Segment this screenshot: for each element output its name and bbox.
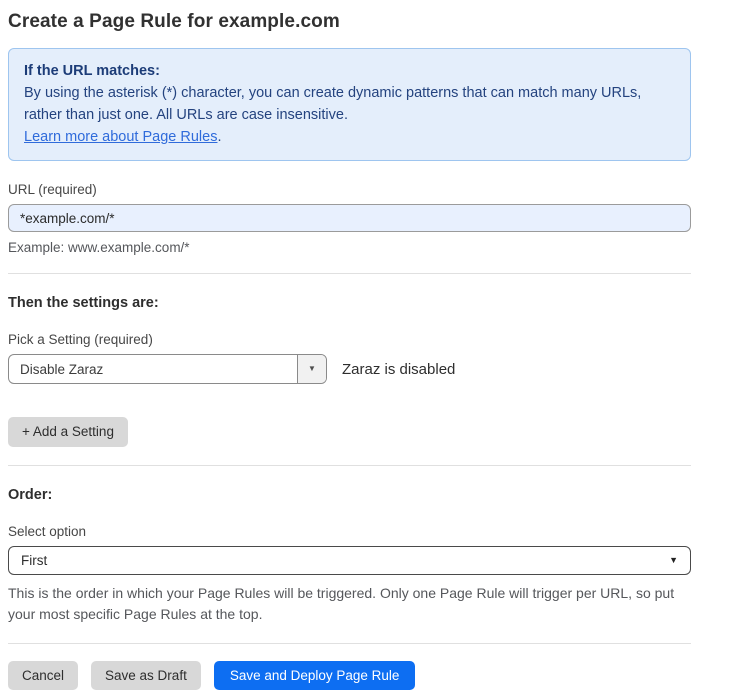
learn-more-link[interactable]: Learn more about Page Rules	[24, 129, 217, 145]
page-title: Create a Page Rule for example.com	[8, 11, 691, 33]
page-rule-form: Create a Page Rule for example.com If th…	[8, 0, 691, 690]
url-example-text: Example: www.example.com/*	[8, 240, 691, 255]
order-help-text: This is the order in which your Page Rul…	[8, 583, 680, 625]
dropdown-arrow-icon: ▼	[669, 556, 678, 565]
cancel-button[interactable]: Cancel	[8, 661, 78, 690]
link-period: .	[217, 129, 221, 145]
order-select-value: First	[21, 553, 47, 568]
divider	[8, 643, 691, 644]
add-setting-button[interactable]: + Add a Setting	[8, 417, 128, 447]
setting-picker-dropdown[interactable]: Disable Zaraz ▼	[8, 354, 327, 384]
footer-button-bar: Cancel Save as Draft Save and Deploy Pag…	[8, 661, 691, 690]
setting-status-text: Zaraz is disabled	[342, 361, 455, 378]
url-input[interactable]	[8, 204, 691, 232]
save-and-deploy-button[interactable]: Save and Deploy Page Rule	[214, 661, 416, 690]
info-box-body: By using the asterisk (*) character, you…	[24, 82, 675, 126]
dropdown-arrow-icon: ▼	[308, 365, 316, 373]
order-select-label: Select option	[8, 524, 691, 539]
divider	[8, 465, 691, 466]
order-select-dropdown[interactable]: First ▼	[8, 546, 691, 575]
order-section-heading: Order:	[8, 487, 691, 503]
save-as-draft-button[interactable]: Save as Draft	[91, 661, 201, 690]
info-box-heading: If the URL matches:	[24, 60, 675, 82]
setting-picker-arrow-button[interactable]: ▼	[297, 355, 326, 383]
url-match-info-box: If the URL matches: By using the asteris…	[8, 48, 691, 161]
divider	[8, 273, 691, 274]
setting-picker-row: Disable Zaraz ▼ Zaraz is disabled	[8, 354, 691, 384]
setting-picker-label: Pick a Setting (required)	[8, 332, 691, 347]
info-box-link-line: Learn more about Page Rules.	[24, 126, 675, 148]
settings-section-heading: Then the settings are:	[8, 295, 691, 311]
setting-picker-value: Disable Zaraz	[9, 355, 297, 383]
url-field-label: URL (required)	[8, 182, 691, 197]
